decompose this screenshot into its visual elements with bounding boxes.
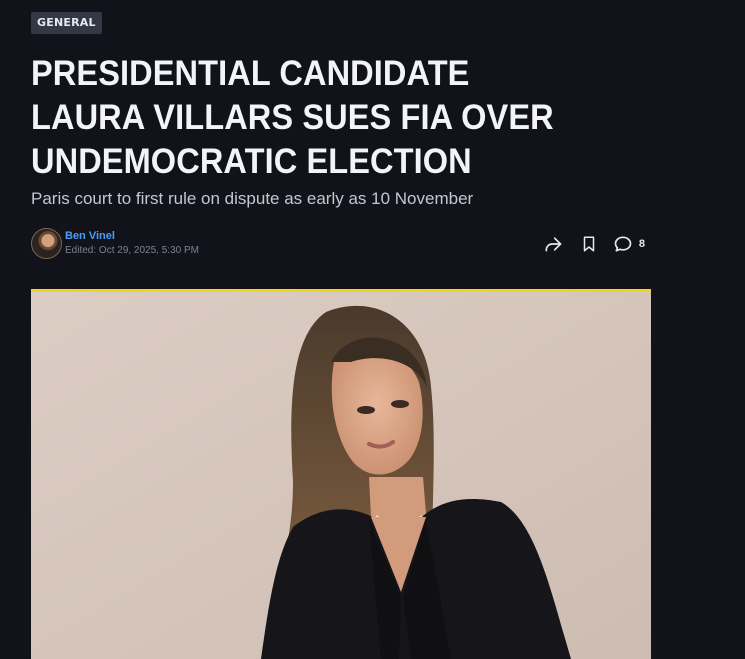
byline: Ben Vinel Edited: Oct 29, 2025, 5:30 PM … bbox=[31, 228, 651, 260]
edited-timestamp: Edited: Oct 29, 2025, 5:30 PM bbox=[65, 245, 199, 256]
author-name-link[interactable]: Ben Vinel bbox=[65, 230, 115, 242]
bookmark-button[interactable] bbox=[577, 232, 601, 256]
bookmark-icon bbox=[583, 236, 595, 252]
article-headline: PRESIDENTIAL CANDIDATE LAURA VILLARS SUE… bbox=[31, 54, 554, 181]
article-subheadline: Paris court to first rule on dispute as … bbox=[31, 189, 474, 208]
share-button[interactable] bbox=[541, 232, 565, 256]
category-badge[interactable]: GENERAL bbox=[31, 12, 102, 34]
edited-date: Oct 29, 2025, 5:30 PM bbox=[98, 245, 199, 256]
article-actions: 8 bbox=[529, 232, 645, 256]
share-icon bbox=[545, 237, 562, 252]
author-avatar[interactable] bbox=[31, 228, 62, 259]
edited-prefix: Edited: bbox=[65, 245, 97, 256]
comments-button[interactable]: 8 bbox=[613, 232, 645, 256]
comment-count: 8 bbox=[638, 238, 645, 250]
comment-icon bbox=[614, 236, 632, 252]
portrait-photo bbox=[31, 292, 651, 659]
hero-image[interactable] bbox=[31, 289, 651, 659]
